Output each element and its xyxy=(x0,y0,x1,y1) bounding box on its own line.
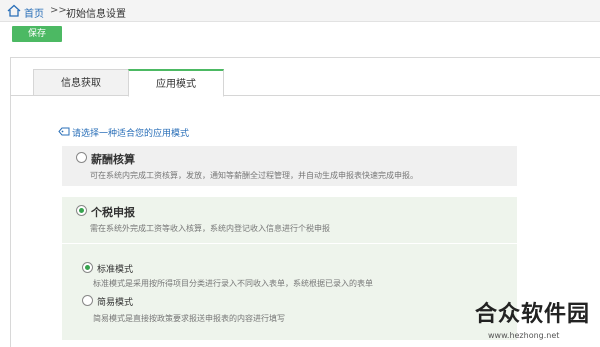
watermark-logo: 合众软件园 xyxy=(475,302,591,327)
standard-mode-title: 标准模式 xyxy=(97,265,134,275)
breadcrumb-separator: >> xyxy=(50,5,67,16)
salary-option-title: 薪酬核算 xyxy=(91,153,135,166)
breadcrumb-home-link[interactable]: 首页 xyxy=(24,5,44,20)
salary-option-desc: 可在系统内完成工资核算，发放，通知等薪酬全过程管理，并自动生成申报表快速完成申报… xyxy=(90,171,418,180)
salary-radio[interactable] xyxy=(76,152,87,163)
tag-icon xyxy=(58,127,70,136)
standard-mode-radio[interactable] xyxy=(82,262,93,273)
tax-divider xyxy=(62,243,517,244)
breadcrumb: 首页 >> 初始信息设置 xyxy=(0,0,600,22)
tax-radio[interactable] xyxy=(76,205,87,216)
breadcrumb-current: 初始信息设置 xyxy=(66,9,126,20)
simple-mode-radio[interactable] xyxy=(82,295,93,306)
simple-mode-desc: 简易模式是直接按政策要求报送申报表的内容进行填写 xyxy=(93,314,285,323)
watermark-url: www.hezhong.net xyxy=(488,331,560,340)
home-icon xyxy=(7,4,21,17)
tab-application-mode[interactable]: 应用模式 xyxy=(128,69,224,97)
save-button[interactable]: 保存 xyxy=(12,26,62,42)
tab-info-acquisition[interactable]: 信息获取 xyxy=(33,69,129,96)
tax-option-desc: 需在系统外完成工资等收入核算，系统内登记收入信息进行个税申报 xyxy=(90,224,330,233)
tax-option-title: 个税申报 xyxy=(91,206,135,219)
standard-mode-desc: 标准模式是采用按所得项目分类进行录入不同收入表单，系统根据已录入的表单 xyxy=(93,279,373,288)
mode-prompt: 请选择一种适合您的应用模式 xyxy=(72,129,190,139)
simple-mode-title: 简易模式 xyxy=(97,298,134,308)
